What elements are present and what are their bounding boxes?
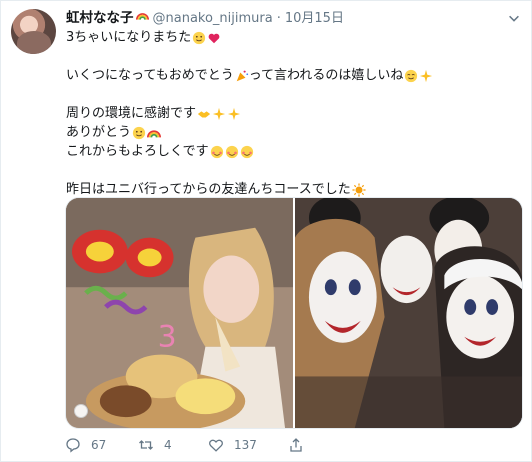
display-name[interactable]: 虹村なな子 bbox=[66, 9, 134, 27]
rainbow-icon bbox=[135, 9, 149, 22]
photo-birthday-cake[interactable]: 3 bbox=[66, 198, 293, 428]
retweet-button[interactable]: 4 bbox=[138, 437, 208, 453]
share-icon bbox=[290, 438, 302, 452]
hearts-emoji-icon bbox=[207, 31, 221, 45]
media-grid: 3 bbox=[65, 197, 523, 429]
sun-emoji-icon bbox=[352, 182, 366, 197]
tweet-date[interactable]: 10月15日 bbox=[285, 10, 344, 28]
retweet-icon bbox=[139, 440, 153, 450]
blush-emoji-icon bbox=[404, 69, 418, 83]
tweet-actions: 67 4 137 bbox=[65, 435, 308, 455]
hug-emoji-icon bbox=[210, 145, 224, 159]
smile-emoji-icon bbox=[132, 126, 146, 140]
share-button[interactable] bbox=[288, 437, 308, 453]
tweet-line-text: 3ちゃいになりまちた bbox=[66, 30, 192, 45]
tweet-line-text: 周りの環境に感謝です bbox=[66, 106, 197, 121]
reply-count: 67 bbox=[91, 438, 107, 452]
tweet-text: 3ちゃいになりまちた いくつになってもおめでとう って言われるのは嬉しいね 周り… bbox=[66, 28, 521, 199]
sparkles-emoji-icon bbox=[227, 107, 241, 121]
tweet-line: これからもよろしくです bbox=[66, 142, 521, 161]
tweet-line-text: これからもよろしくです bbox=[66, 144, 209, 159]
handshake-emoji-icon bbox=[197, 107, 211, 121]
heart-icon bbox=[209, 439, 223, 452]
smile-emoji-icon bbox=[192, 31, 206, 45]
like-count: 137 bbox=[234, 438, 257, 452]
tweet-line-text: ありがとう bbox=[66, 125, 132, 140]
chevron-down-icon[interactable] bbox=[507, 11, 521, 25]
sparkles-emoji-icon bbox=[212, 107, 226, 121]
tweet-line: いくつになってもおめでとう って言われるのは嬉しいね bbox=[66, 66, 521, 85]
party-emoji-icon bbox=[235, 69, 249, 83]
reply-icon bbox=[66, 438, 80, 453]
tweet-line-text: いくつになってもおめでとう bbox=[66, 68, 234, 83]
svg-text:3: 3 bbox=[158, 320, 177, 355]
retweet-count: 4 bbox=[164, 438, 172, 452]
tweet-line: 3ちゃいになりまちた bbox=[66, 28, 521, 47]
photo-friends-selfie[interactable] bbox=[295, 198, 522, 428]
tweet-header: 虹村なな子 @nanako_nijimura · 10月15日 bbox=[66, 9, 344, 27]
hug-emoji-icon bbox=[225, 145, 239, 159]
header-separator: · bbox=[276, 11, 281, 26]
avatar[interactable] bbox=[11, 9, 56, 54]
rainbow-icon bbox=[147, 126, 162, 140]
reply-button[interactable]: 67 bbox=[65, 437, 138, 453]
tweet-card[interactable]: 虹村なな子 @nanako_nijimura · 10月15日 3ちゃいになりま… bbox=[0, 0, 532, 462]
sparkles-emoji-icon bbox=[419, 69, 433, 83]
hug-emoji-icon bbox=[240, 145, 254, 159]
like-button[interactable]: 137 bbox=[208, 437, 288, 453]
media-info-icon[interactable] bbox=[74, 404, 88, 418]
tweet-line: 周りの環境に感謝です bbox=[66, 104, 521, 123]
tweet-line: ありがとう bbox=[66, 123, 521, 142]
tweet-line-text: って言われるのは嬉しいね bbox=[248, 68, 404, 83]
user-handle[interactable]: @nanako_nijimura bbox=[153, 10, 273, 28]
